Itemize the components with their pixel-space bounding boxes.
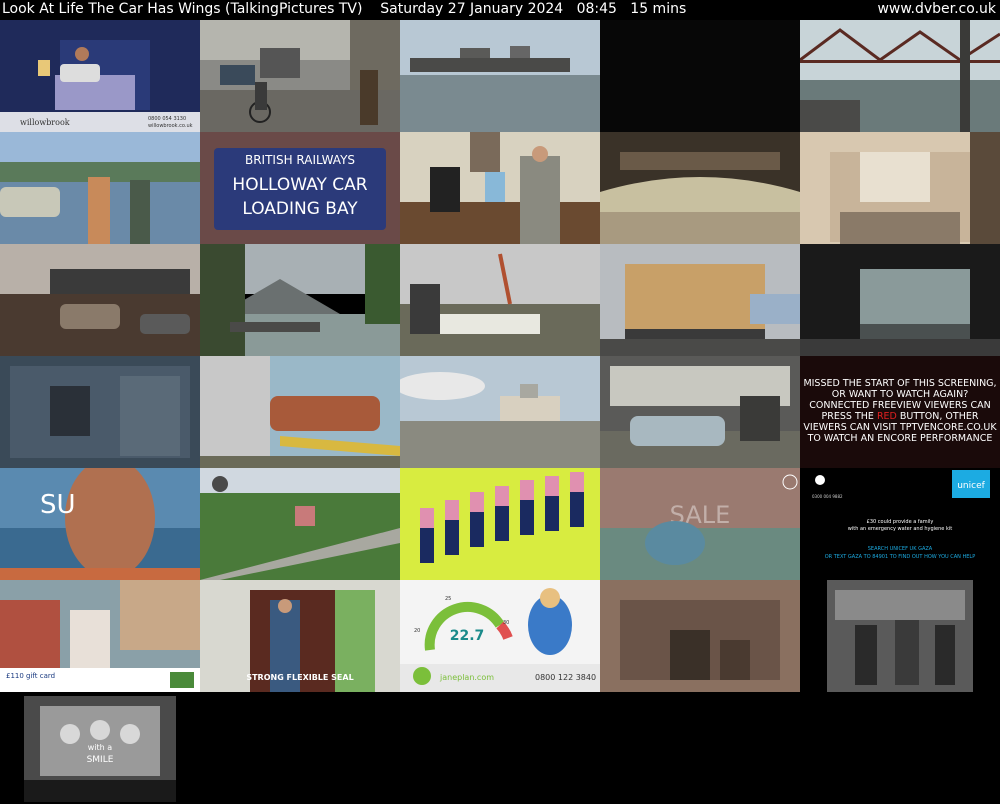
svg-text:VIEWERS CAN VISIT TPTVENCORE.C: VIEWERS CAN VISIT TPTVENCORE.CO.UK (803, 422, 997, 433)
svg-text:MISSED THE START OF THIS SCREE: MISSED THE START OF THIS SCREENING, (803, 378, 996, 389)
svg-text:willowbrook.co.uk: willowbrook.co.uk (148, 123, 193, 129)
svg-text:20: 20 (414, 628, 420, 634)
thumbnail-car-loading-plane[interactable] (200, 356, 400, 468)
svg-text:BRITISH RAILWAYS: BRITISH RAILWAYS (245, 153, 355, 167)
thumbnail-harbour-ropes[interactable] (400, 244, 600, 356)
svg-text:22.7: 22.7 (450, 628, 485, 644)
svg-text:unicef: unicef (957, 481, 985, 491)
broadcast-time: 08:45 (576, 1, 617, 17)
thumbnail-car-interior[interactable] (600, 132, 800, 244)
svg-text:SMILE: SMILE (87, 755, 114, 765)
svg-text:£110 gift card: £110 gift card (6, 672, 55, 680)
thumbnail-hangar-door[interactable] (800, 244, 1000, 356)
thumbnail-aircraft-hold[interactable] (0, 356, 200, 468)
thumbnail-ferry-deck[interactable] (0, 132, 200, 244)
thumbnail-harbour[interactable] (400, 20, 600, 132)
thumbnail-insurance-ad[interactable]: SU (0, 468, 200, 580)
thumbnail-british-railways-sign[interactable]: BRITISH RAILWAYS HOLLOWAY CAR LOADING BA… (200, 132, 400, 244)
thumbnail-mountain-lake[interactable] (200, 244, 400, 356)
svg-text:SU: SU (40, 490, 76, 520)
thumbnail-janeplan-ad[interactable]: 22.7 20 25 30 janeplan.com 0800 122 3840 (400, 580, 600, 692)
thumbnail-airport-tarmac[interactable] (400, 356, 600, 468)
svg-text:0800 122 3840: 0800 122 3840 (535, 673, 596, 682)
svg-text:PRESS THE RED BUTTON, OTHER: PRESS THE RED BUTTON, OTHER (822, 411, 979, 422)
thumbnail-loading-ramp[interactable] (0, 244, 200, 356)
thumbnail-street-cyclists[interactable] (200, 20, 400, 132)
svg-text:OR WANT TO WATCH AGAIN?: OR WANT TO WATCH AGAIN? (832, 389, 969, 400)
thumbnail-forth-bridge[interactable] (800, 20, 1000, 132)
header-bar: Look At Life The Car Has Wings (TalkingP… (0, 0, 1000, 20)
header-title: Look At Life The Car Has Wings (TalkingP… (2, 0, 686, 19)
thumbnail-sale-ad[interactable]: SALE (600, 468, 800, 580)
broadcast-date: Saturday 27 January 2024 (380, 1, 564, 17)
thumbnail-bedroom-ad[interactable]: willowbrook 0800 054 3130 willowbrook.co… (0, 20, 200, 132)
willowbrook-logo: willowbrook (20, 118, 70, 127)
thumbnail-bw-crowd[interactable] (800, 580, 1000, 692)
thumbnail-cinema-smile[interactable]: with a SMILE (0, 692, 200, 804)
svg-text:30: 30 (503, 620, 509, 626)
thumbnail-door-seal-ad[interactable]: STRONG FLEXIBLE SEAL (200, 580, 400, 692)
svg-text:OR TEXT GAZA TO 84901 TO FIND: OR TEXT GAZA TO 84901 TO FIND OUT HOW YO… (825, 554, 976, 560)
thumbnail-garden-shed-ad[interactable]: £110 gift card (0, 580, 200, 692)
thumbnail-dark-scene[interactable] (600, 20, 800, 132)
thumbnail-walkway-garden[interactable] (200, 468, 400, 580)
thumbnail-lorry-crates[interactable] (600, 244, 800, 356)
svg-text:0800 054 3130: 0800 054 3130 (148, 116, 186, 122)
site-link[interactable]: www.dvber.co.uk (877, 0, 996, 19)
broadcast-duration: 15 mins (630, 1, 687, 17)
svg-text:with an emergency water and hy: with an emergency water and hygiene kit (848, 526, 952, 532)
svg-text:janeplan.com: janeplan.com (439, 673, 494, 682)
svg-text:with a: with a (88, 743, 113, 752)
thumbnail-projection-room[interactable] (600, 580, 800, 692)
thumbnail-dancers-ad[interactable] (400, 468, 600, 580)
svg-text:£30 could provide a family: £30 could provide a family (867, 519, 934, 525)
svg-text:TO WATCH AN ENCORE PERFORMANCE: TO WATCH AN ENCORE PERFORMANCE (807, 433, 993, 444)
thumbnail-encore-notice[interactable]: MISSED THE START OF THIS SCREENING, OR W… (800, 356, 1000, 468)
svg-text:STRONG FLEXIBLE SEAL: STRONG FLEXIBLE SEAL (246, 673, 353, 682)
svg-text:0300 004 9882: 0300 004 9882 (812, 494, 843, 499)
svg-text:LOADING BAY: LOADING BAY (242, 199, 358, 219)
thumbnail-railway-office[interactable] (400, 132, 600, 244)
thumbnail-grid: willowbrook 0800 054 3130 willowbrook.co… (0, 20, 1000, 804)
thumbnail-cabin-interior[interactable] (800, 132, 1000, 244)
svg-text:CONNECTED FREEVIEW VIEWERS CAN: CONNECTED FREEVIEW VIEWERS CAN (809, 400, 990, 411)
thumbnail-unicef-appeal[interactable]: unicef 0300 004 9882 £30 could provide a… (800, 468, 1000, 580)
svg-text:25: 25 (445, 596, 451, 602)
svg-text:SEARCH UNICEF UK GAZA: SEARCH UNICEF UK GAZA (868, 546, 933, 552)
thumbnail-hangar-car[interactable] (600, 356, 800, 468)
svg-text:HOLLOWAY CAR: HOLLOWAY CAR (232, 175, 367, 195)
program-title: Look At Life The Car Has Wings (TalkingP… (2, 1, 363, 17)
